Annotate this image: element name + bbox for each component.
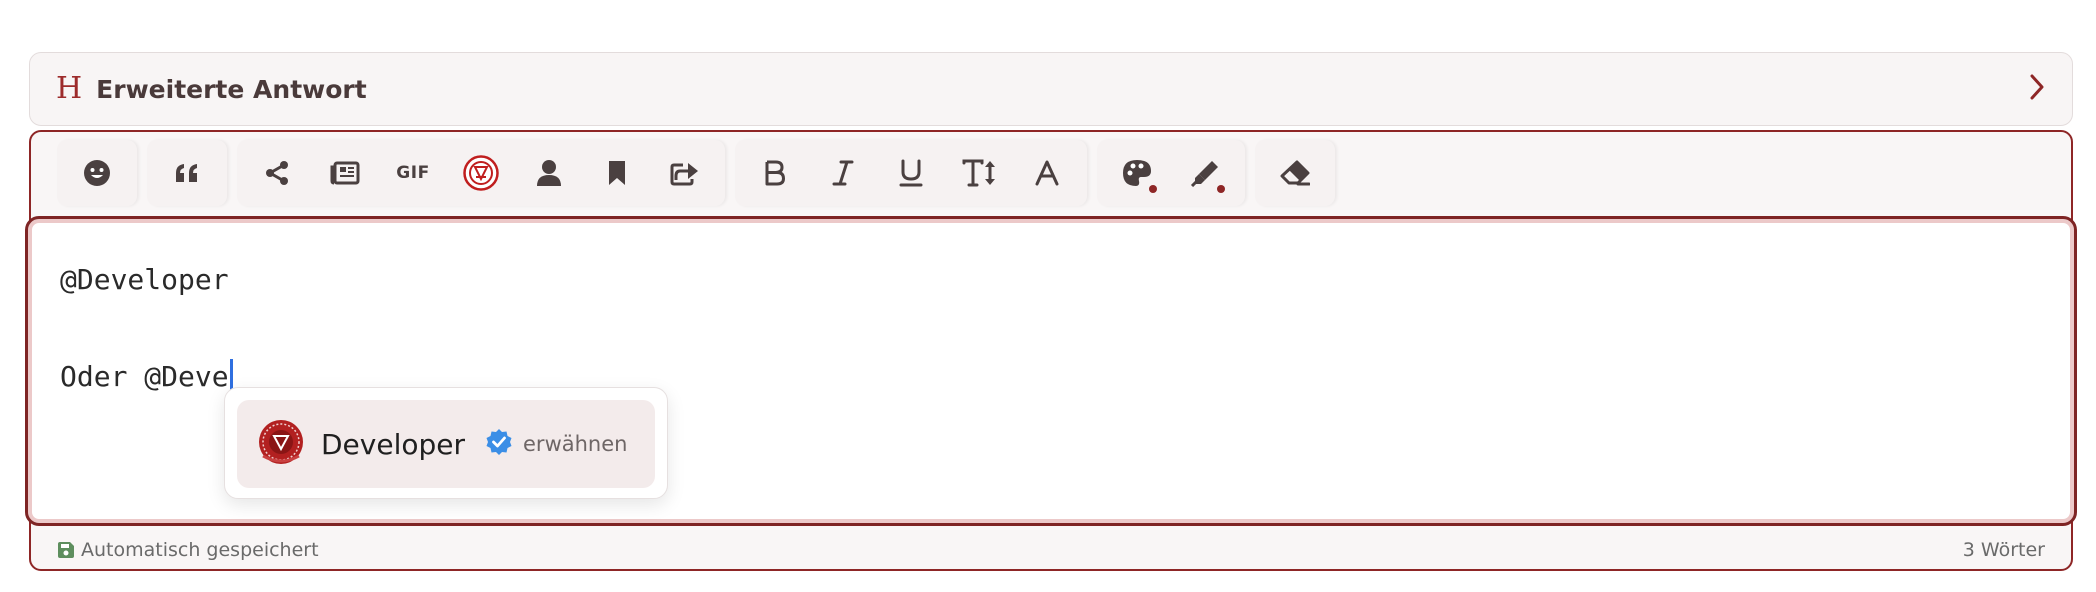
bold-icon[interactable] [741, 145, 809, 201]
forward-icon[interactable] [651, 145, 719, 201]
reply-editor: GIF @Developer Oder @Deve Automatisch ge… [25, 130, 2077, 571]
editor-footer: Automatisch gespeichert 3 Wörter [31, 531, 2071, 569]
mention-popup: Developer erwähnen [224, 387, 668, 499]
editor-line-2-text: Oder @Deve [60, 359, 229, 393]
h-letter-icon: H [56, 71, 83, 106]
header-title: Erweiterte Antwort [96, 74, 367, 104]
palette-icon[interactable] [1103, 145, 1171, 201]
verified-badge-icon [485, 428, 513, 460]
quote-icon[interactable] [153, 145, 221, 201]
share-icon[interactable] [243, 145, 311, 201]
highlight-indicator [1217, 185, 1225, 193]
chevron-right-icon[interactable] [2028, 73, 2046, 105]
toolbar-group-emoji [57, 140, 137, 206]
toolbar-group-quote [147, 140, 227, 206]
editor-line-1: @Developer [60, 263, 229, 296]
color-indicator [1149, 185, 1157, 193]
autosave-label: Automatisch gespeichert [81, 539, 319, 561]
toolbar-group-insert: GIF [237, 140, 725, 206]
font-icon[interactable] [1013, 145, 1081, 201]
autosave-status: Automatisch gespeichert [57, 539, 319, 561]
text-size-icon[interactable] [945, 145, 1013, 201]
toolbar-group-clear [1255, 140, 1335, 206]
eraser-icon[interactable] [1261, 145, 1329, 201]
floppy-disk-icon [58, 542, 74, 558]
gif-label: GIF [396, 163, 430, 183]
underline-icon[interactable] [877, 145, 945, 201]
user-icon[interactable] [515, 145, 583, 201]
toolbar-group-format [735, 140, 1087, 206]
italic-icon[interactable] [809, 145, 877, 201]
extended-reply-header[interactable]: H Erweiterte Antwort [29, 52, 2073, 126]
editor-toolbar: GIF [31, 132, 2071, 214]
bookmark-icon[interactable] [583, 145, 651, 201]
editor-line-2: Oder @Deve [60, 359, 233, 393]
newspaper-icon[interactable] [311, 145, 379, 201]
mention-user-name: Developer [321, 427, 466, 461]
club-logo-icon[interactable] [447, 145, 515, 201]
gif-icon[interactable]: GIF [379, 145, 447, 201]
user-avatar [257, 418, 305, 470]
word-count: 3 Wörter [1962, 539, 2045, 561]
highlighter-icon[interactable] [1171, 145, 1239, 201]
mention-action-label: erwähnen [523, 432, 628, 456]
mention-option[interactable]: Developer erwähnen [237, 400, 655, 488]
emoji-icon[interactable] [63, 145, 131, 201]
toolbar-group-colors [1097, 140, 1245, 206]
